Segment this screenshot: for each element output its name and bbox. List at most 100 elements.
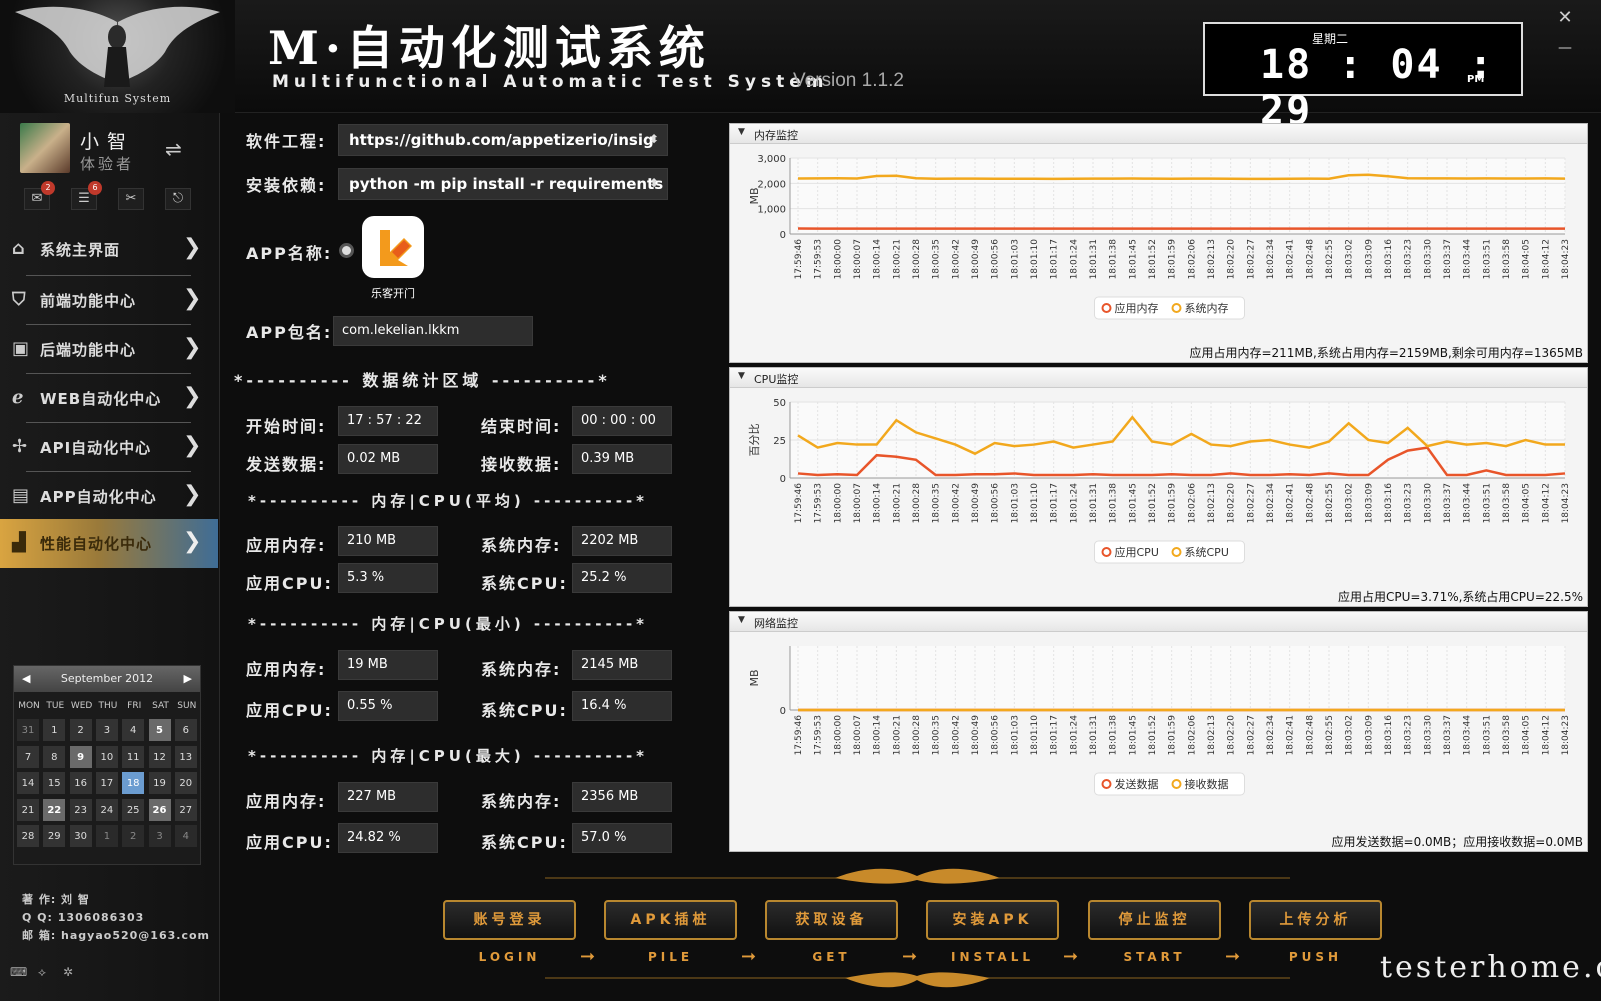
calendar-day[interactable]: 14 xyxy=(16,771,40,795)
calendar-day[interactable]: 30 xyxy=(68,824,93,848)
calendar-day[interactable]: 22 xyxy=(42,797,67,822)
avatar[interactable] xyxy=(20,123,70,173)
calendar-day[interactable]: 4 xyxy=(173,824,198,848)
calendar-prev-icon[interactable]: ◀ xyxy=(22,666,30,692)
calendar-day[interactable]: 17 xyxy=(94,771,119,795)
chevron-right-icon: ❯ xyxy=(183,235,203,260)
x-tick-label: 18:04:23 xyxy=(1561,483,1571,523)
calendar-day[interactable]: 1 xyxy=(42,718,67,742)
pile-button[interactable]: APK插桩 xyxy=(604,900,737,940)
calendar-day[interactable]: 21 xyxy=(16,797,40,822)
digital-clock: 星期二 18 : 04 : 29 PM xyxy=(1203,22,1523,134)
calendar-day[interactable]: 29 xyxy=(42,824,67,848)
calendar-day[interactable]: 28 xyxy=(16,824,40,848)
author-qq: Q Q: 1306086303 xyxy=(22,911,145,924)
upload-analysis-button[interactable]: 上传分析 xyxy=(1249,900,1382,940)
switch-user-icon[interactable]: ⇌ xyxy=(165,137,182,161)
x-tick-label: 18:03:51 xyxy=(1482,715,1492,755)
get-device-button[interactable]: 获取设备 xyxy=(765,900,898,940)
network-panel-header[interactable]: ▼ 网络监控 xyxy=(730,612,1587,632)
close-icon[interactable]: ✕ xyxy=(1555,8,1575,28)
calendar-day[interactable]: 7 xyxy=(16,744,40,769)
cpu-panel-header[interactable]: ▼ CPU监控 xyxy=(730,368,1587,388)
y-axis-label: MB xyxy=(748,669,761,686)
calendar-day[interactable]: 4 xyxy=(121,718,146,742)
calendar-day[interactable]: 18 xyxy=(121,771,146,795)
calendar-day[interactable]: 23 xyxy=(68,797,93,822)
app-logo-icon[interactable] xyxy=(362,216,424,278)
nav-item-frontend[interactable]: ⛉ 前端功能中心 ❯ xyxy=(0,276,218,325)
keyboard-icon[interactable]: ⌨ xyxy=(10,965,27,979)
clock-time: 18 : 04 : 29 xyxy=(1260,42,1495,134)
settings-icon[interactable]: ✲ xyxy=(63,965,73,979)
x-tick-label: 18:02:55 xyxy=(1325,715,1335,755)
start-time-value: 17 : 57 : 22 xyxy=(338,406,438,436)
minimize-icon[interactable]: — xyxy=(1555,40,1575,60)
avg-app-cpu-value: 5.3 % xyxy=(338,563,438,593)
clock-ampm: PM xyxy=(1467,74,1485,85)
x-tick-label: 18:03:23 xyxy=(1404,239,1414,279)
chevron-right-icon: ❯ xyxy=(183,482,203,507)
get-sublabel: GET xyxy=(812,950,851,964)
calendar-day[interactable]: 10 xyxy=(94,744,119,769)
app-pkg-input[interactable]: com.lekelian.lkkm xyxy=(333,316,533,346)
nav-item-backend[interactable]: ▣ 后端功能中心 ❯ xyxy=(0,325,218,374)
calendar-day[interactable]: 2 xyxy=(121,824,146,848)
calendar-day[interactable]: 26 xyxy=(147,797,172,822)
calendar-day[interactable]: 5 xyxy=(147,718,172,742)
x-tick-label: 18:03:16 xyxy=(1384,239,1394,280)
calendar-day[interactable]: 6 xyxy=(173,718,198,742)
calendar-day[interactable]: 15 xyxy=(42,771,67,795)
nav-item-api[interactable]: ✢ API自动化中心 ❯ xyxy=(0,423,218,472)
login-button[interactable]: 账号登录 xyxy=(443,900,576,940)
arrow-right-icon: ➞ xyxy=(902,946,918,967)
calendar-day[interactable]: 25 xyxy=(121,797,146,822)
calendar-day[interactable]: 13 xyxy=(173,744,198,769)
calendar-day[interactable]: 2 xyxy=(68,718,93,742)
calendar-day[interactable]: 8 xyxy=(42,744,67,769)
install-apk-button[interactable]: 安装APK xyxy=(926,900,1059,940)
list-button[interactable]: ☰ 6 xyxy=(71,181,102,210)
calendar-day[interactable]: 24 xyxy=(94,797,119,822)
nav-item-performance[interactable]: ▟ 性能自动化中心 ❯ xyxy=(0,519,218,568)
x-tick-label: 18:03:30 xyxy=(1423,715,1433,756)
x-tick-label: 18:01:17 xyxy=(1050,239,1060,279)
x-tick-label: 18:01:59 xyxy=(1168,715,1178,756)
x-tick-label: 18:03:23 xyxy=(1404,715,1414,755)
project-select[interactable]: https://github.com/appetizerio/insig ⬍ xyxy=(338,124,668,156)
calendar-day[interactable]: 3 xyxy=(94,718,119,742)
nav-item-app[interactable]: ▤ APP自动化中心 ❯ xyxy=(0,472,218,521)
exit-button[interactable]: ⎋ xyxy=(165,188,191,210)
app-radio[interactable] xyxy=(339,243,354,258)
nav-item-home[interactable]: ⌂ 系统主界面 ❯ xyxy=(0,225,218,274)
calendar-day[interactable]: 1 xyxy=(94,824,119,848)
calendar-day[interactable]: 11 xyxy=(121,744,146,769)
x-tick-label: 18:00:00 xyxy=(833,239,843,280)
y-tick-label: 0 xyxy=(780,230,786,241)
network-icon[interactable]: ⟡ xyxy=(38,965,46,980)
calendar-next-icon[interactable]: ▶ xyxy=(184,666,192,692)
calendar-day[interactable]: 19 xyxy=(147,771,172,795)
calendar-day[interactable]: 20 xyxy=(173,771,198,795)
x-tick-label: 18:02:20 xyxy=(1227,239,1237,280)
legend-marker xyxy=(1101,547,1112,557)
x-tick-label: 18:01:03 xyxy=(1010,483,1020,523)
x-tick-label: 18:00:56 xyxy=(991,239,1001,280)
inbox-button[interactable]: ✉ 2 xyxy=(24,181,55,210)
nav-item-web[interactable]: ℯ WEB自动化中心 ❯ xyxy=(0,374,218,423)
calendar-day[interactable]: 16 xyxy=(68,771,93,795)
y-axis-label: MB xyxy=(748,187,761,204)
tools-button[interactable]: ✂ xyxy=(118,188,144,210)
memory-panel-header[interactable]: ▼ 内存监控 xyxy=(730,124,1587,144)
calendar-day[interactable]: 31 xyxy=(16,718,40,742)
status-bar: ⌨ ⟡ ✲ xyxy=(0,961,80,985)
x-tick-label: 18:00:07 xyxy=(853,483,863,523)
y-tick-label: 25 xyxy=(773,436,786,447)
stop-monitor-button[interactable]: 停止监控 xyxy=(1088,900,1221,940)
deps-select[interactable]: python -m pip install -r requirements ⬍ xyxy=(338,168,668,200)
x-tick-label: 18:02:06 xyxy=(1187,715,1197,756)
calendar-day[interactable]: 12 xyxy=(147,744,172,769)
calendar-day[interactable]: 27 xyxy=(173,797,198,822)
calendar-day[interactable]: 9 xyxy=(68,744,93,769)
calendar-day[interactable]: 3 xyxy=(147,824,172,848)
